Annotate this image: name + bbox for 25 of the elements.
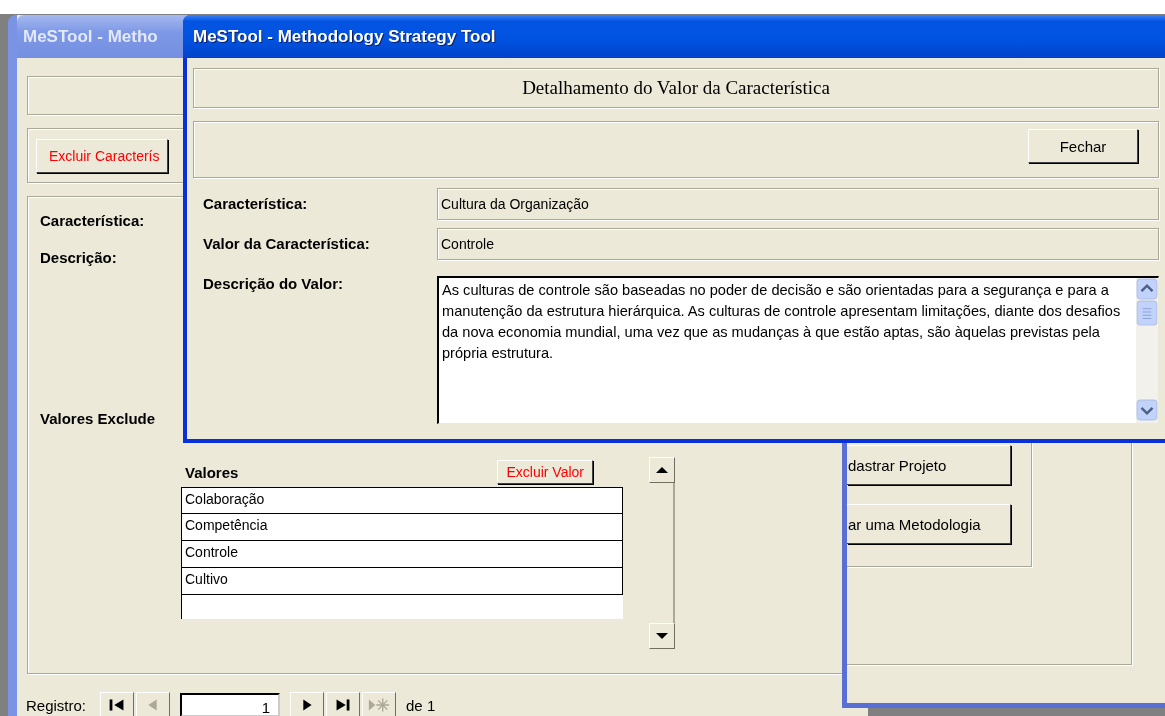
- window-title: MeSTool - Metho: [23, 26, 158, 47]
- window-title: MeSTool - Methodology Strategy Tool: [193, 26, 496, 47]
- dialog-heading: Detalhamento do Valor da Característica: [522, 77, 830, 99]
- field-label: Descrição do Valor:: [203, 274, 345, 294]
- menu-button[interactable]: dastrar Projeto: [847, 445, 1011, 485]
- list-row[interactable]: Competência: [181, 514, 623, 541]
- menu-button[interactable]: ar uma Metodologia: [847, 504, 1011, 544]
- record-number-field[interactable]: 1: [180, 693, 281, 716]
- column-header: Valores: [185, 463, 239, 481]
- list-row[interactable]: Controle: [181, 541, 623, 568]
- field-label: Valores Exclude: [40, 410, 156, 427]
- field-label: Característica:: [203, 194, 309, 214]
- first-record-icon[interactable]: [100, 692, 135, 716]
- next-record-icon[interactable]: [290, 692, 325, 716]
- text-field[interactable]: Controle: [437, 228, 1159, 260]
- field-label: Característica:: [40, 212, 145, 229]
- list-row[interactable]: Colaboração: [181, 487, 623, 514]
- record-label: Registro:: [26, 696, 87, 714]
- record-total: de 1: [406, 696, 436, 714]
- field-label: Descrição:: [40, 249, 117, 266]
- text-field[interactable]: Cultura da Organização: [437, 188, 1159, 220]
- last-record-icon[interactable]: [326, 692, 361, 716]
- list-row[interactable]: Cultivo: [181, 568, 623, 595]
- field-label: Valor da Característica:: [203, 234, 371, 254]
- close-button[interactable]: Fechar: [1028, 129, 1138, 163]
